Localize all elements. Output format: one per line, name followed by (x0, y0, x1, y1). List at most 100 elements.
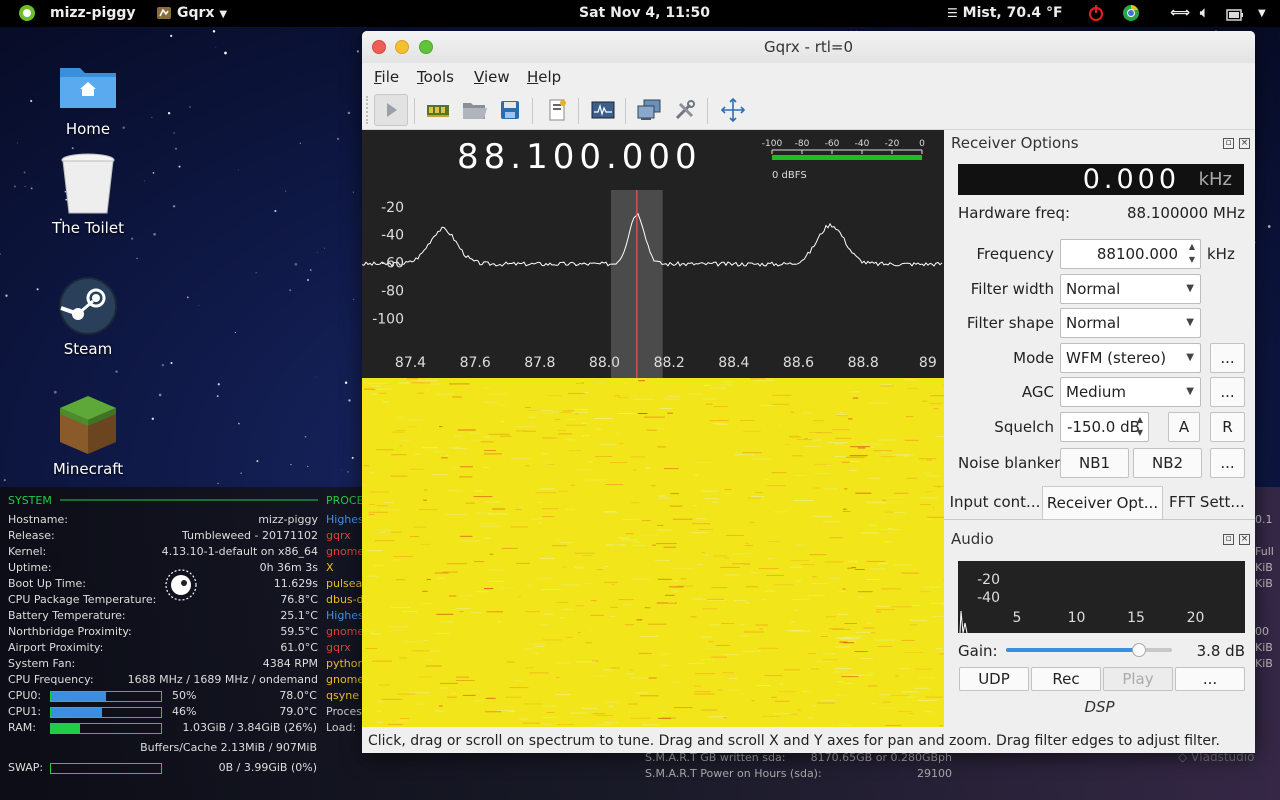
offset-display[interactable]: 0.000 kHz (958, 164, 1244, 195)
dock-close-icon[interactable]: × (1239, 138, 1250, 149)
menu-tools[interactable]: Tools (417, 68, 454, 86)
weather-indicator[interactable]: ☰ Mist, 70.4 °F (947, 0, 1063, 27)
menu-help[interactable]: Help (527, 68, 561, 86)
waterfall-plot[interactable] (362, 378, 944, 727)
gain-label: Gain: (958, 642, 998, 660)
rec-button[interactable]: Rec (1031, 667, 1101, 691)
conky-row: Battery Temperature: 25.1°C (8, 608, 318, 624)
dock-float-icon[interactable]: ▫ (1223, 534, 1234, 545)
desktop-icon-home[interactable]: Home (38, 60, 138, 140)
menu-view[interactable]: View (474, 68, 510, 86)
agc-options-button[interactable]: ... (1210, 377, 1245, 407)
conky-row-value: 4.13.10-1-default on x86_64 (161, 545, 318, 558)
x-tick-label: 87.8 (524, 355, 555, 371)
folder-home-icon (60, 68, 116, 108)
filter-shape-label: Filter shape (966, 314, 1054, 332)
filter-width-select[interactable]: Normal ▼ (1060, 274, 1201, 304)
x-tick-label: 87.4 (395, 355, 426, 371)
audio-fft-plot[interactable]: -20 -40 5 10 15 20 (958, 561, 1245, 633)
plot-area[interactable]: 88.100.000 -100 -80 -60 -40 -20 0 0 dBFS 87.4… (362, 130, 944, 727)
load-settings-button[interactable] (457, 94, 491, 126)
spin-arrows-icon[interactable]: ▲ ▼ (1187, 240, 1197, 266)
conky-row: Airport Proximity: 61.0°C (8, 640, 318, 656)
tab-input-controls[interactable]: Input cont... (948, 486, 1042, 519)
udp-button[interactable]: UDP (959, 667, 1029, 691)
chrome-icon[interactable] (1122, 4, 1140, 22)
chevron-down-icon: ▼ (1186, 386, 1194, 397)
title-bar[interactable]: Gqrx - rtl=0 (362, 31, 1255, 63)
network-icon[interactable]: ⟺ (1170, 0, 1190, 27)
remote-network-button[interactable] (632, 94, 666, 126)
menu-file[interactable]: File (374, 68, 399, 86)
toolbar-separator (707, 98, 708, 124)
squelch-auto-button[interactable]: A (1168, 412, 1200, 442)
toolbar-grip (366, 96, 370, 124)
y-tick-label: -80 (381, 284, 404, 300)
tab-receiver-options[interactable]: Receiver Opt... (1042, 486, 1163, 519)
conky-row-value: 11.629s (273, 577, 318, 590)
audio-options-button[interactable]: ... (1175, 667, 1245, 691)
weather-icon: ☰ (947, 6, 958, 20)
conky-row-key: Northbridge Proximity: (8, 625, 132, 638)
system-menu-chevron-icon[interactable]: ▼ (1258, 0, 1266, 27)
desktop-icon-trash[interactable]: The Toilet (38, 153, 138, 243)
show-spectrum-button[interactable] (586, 94, 620, 126)
hw-freq-label: Hardware freq: (958, 204, 1071, 222)
volume-icon[interactable]: 🔈︎ (1200, 0, 1208, 27)
remote-control-button[interactable] (540, 94, 574, 126)
squelch-reset-button[interactable]: R (1210, 412, 1245, 442)
mode-select[interactable]: WFM (stereo) ▼ (1060, 343, 1201, 373)
agc-select[interactable]: Medium ▼ (1060, 377, 1201, 407)
tab-divider (944, 519, 1255, 520)
tab-fft-settings[interactable]: FFT Sett... (1165, 486, 1255, 519)
cpu0-percent: 50% (172, 689, 197, 702)
nb-options-button[interactable]: ... (1210, 448, 1245, 478)
spin-arrows-icon[interactable]: ▲ ▼ (1135, 413, 1145, 439)
start-dsp-button[interactable] (374, 94, 408, 126)
app-menu[interactable]: Gqrx ▼ (177, 0, 227, 27)
conky-row-key: CPU Frequency: (8, 673, 94, 686)
fullscreen-button[interactable] (716, 94, 750, 126)
audio-y-tick-label: -20 (977, 572, 1000, 588)
conky-row-key: Boot Up Time: (8, 577, 86, 590)
nb2-button[interactable]: NB2 (1133, 448, 1202, 478)
spectrum-plot[interactable]: 87.4 87.6 87.8 88.0 88.2 88.4 88.6 88.8 89 -20 -4… (362, 190, 944, 378)
steam-icon (59, 277, 117, 335)
filter-width-value: Normal (1066, 280, 1121, 298)
io-devices-button[interactable] (421, 94, 455, 126)
dock-float-icon[interactable]: ▫ (1223, 138, 1234, 149)
x-tick-label: 88.2 (654, 355, 685, 371)
power-icon[interactable] (1087, 4, 1105, 22)
buffers-cache: Buffers/Cache 2.13MiB / 907MiB (140, 741, 317, 754)
conky-row-value: 59.5°C (280, 625, 318, 638)
desktop-icon-steam[interactable]: Steam (38, 276, 138, 360)
configure-button[interactable] (668, 94, 702, 126)
conky-right-text: KiB (1255, 561, 1273, 574)
filter-shape-value: Normal (1066, 314, 1121, 332)
gain-slider-fill (1006, 648, 1139, 652)
conky-row-value: Tumbleweed - 20171102 (181, 529, 318, 542)
frequency-input[interactable]: 88100.000 ▲ ▼ (1060, 239, 1201, 269)
filter-shape-select[interactable]: Normal ▼ (1060, 308, 1201, 338)
lo-frequency-display[interactable]: 88.100.000 (457, 137, 702, 177)
dbfs-tick-label: -80 (795, 139, 810, 149)
tools-icon (675, 100, 695, 120)
gain-slider[interactable] (1006, 643, 1172, 657)
squelch-input[interactable]: -150.0 dB ▲ ▼ (1060, 412, 1149, 442)
y-tick-label: -40 (381, 228, 404, 244)
mode-options-button[interactable]: ... (1210, 343, 1245, 373)
play-button[interactable]: Play (1103, 667, 1173, 691)
conky-row-value: 1688 MHz / 1689 MHz / ondemand (127, 673, 318, 686)
desktop-icon-minecraft[interactable]: Minecraft (38, 394, 138, 480)
process-name: pulsea (326, 577, 362, 590)
nb1-button[interactable]: NB1 (1060, 448, 1129, 478)
clock[interactable]: Sat Nov 4, 11:50 (579, 0, 710, 27)
cpu0-temp: 78.0°C (279, 689, 317, 702)
user-avatar-icon[interactable] (18, 4, 36, 22)
battery-icon[interactable] (1226, 6, 1244, 24)
save-settings-button[interactable] (493, 94, 527, 126)
username-label[interactable]: mizz-piggy (50, 0, 135, 27)
dock-close-icon[interactable]: × (1239, 534, 1250, 545)
gain-slider-handle[interactable] (1131, 643, 1146, 657)
gqrx-app-icon (157, 7, 171, 19)
